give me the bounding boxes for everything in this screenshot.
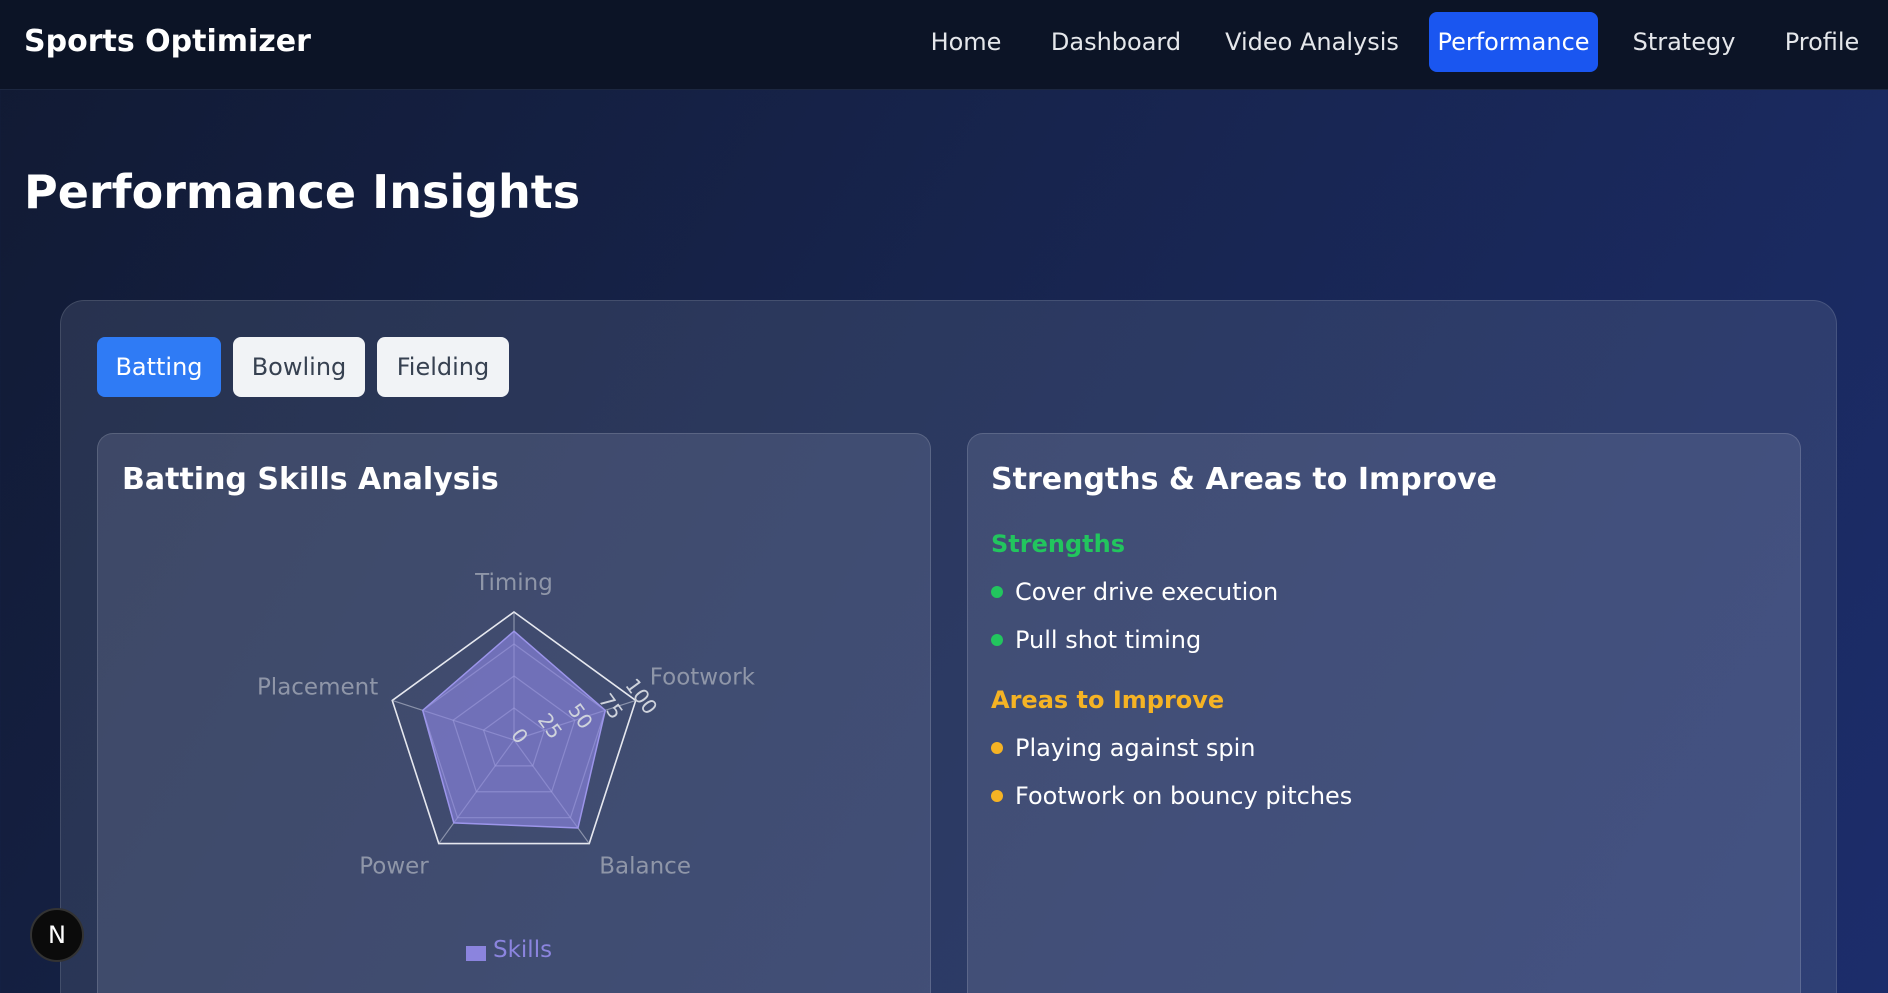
nav-profile[interactable]: Profile — [1776, 12, 1868, 72]
legend-label-skills[interactable]: Skills — [493, 937, 552, 963]
improve-item: Footwork on bouncy pitches — [991, 782, 1352, 810]
nav-performance[interactable]: Performance — [1429, 12, 1598, 72]
improve-item: Playing against spin — [991, 734, 1255, 762]
strengths-card-title: Strengths & Areas to Improve — [991, 462, 1498, 497]
strength-item: Cover drive execution — [991, 578, 1278, 606]
strength-item: Pull shot timing — [991, 626, 1201, 654]
improve-item-text: Playing against spin — [1015, 734, 1256, 762]
nav-video-analysis[interactable]: Video Analysis — [1222, 12, 1402, 72]
bullet-dot-icon — [991, 586, 1003, 598]
strength-item-text: Cover drive execution — [1015, 578, 1279, 606]
improve-heading: Areas to Improve — [991, 686, 1225, 714]
nav-dashboard[interactable]: Dashboard — [1044, 12, 1188, 72]
brand-logo[interactable]: Sports Optimizer — [24, 24, 311, 59]
strengths-heading: Strengths — [991, 530, 1125, 558]
tab-fielding[interactable]: Fielding — [377, 337, 509, 397]
page-title: Performance Insights — [24, 165, 581, 219]
top-navbar: Sports Optimizer Home Dashboard Video An… — [0, 0, 1888, 90]
tab-bowling[interactable]: Bowling — [233, 337, 365, 397]
skills-card-title: Batting Skills Analysis — [122, 462, 499, 497]
bullet-dot-icon — [991, 790, 1003, 802]
nav-home[interactable]: Home — [918, 12, 1014, 72]
strength-item-text: Pull shot timing — [1015, 626, 1202, 654]
nav-strategy[interactable]: Strategy — [1628, 12, 1740, 72]
n-badge-icon[interactable]: N — [30, 908, 84, 962]
bullet-dot-icon — [991, 742, 1003, 754]
tab-batting[interactable]: Batting — [97, 337, 221, 397]
skills-card — [97, 433, 931, 993]
improve-item-text: Footwork on bouncy pitches — [1015, 782, 1353, 810]
bullet-dot-icon — [991, 634, 1003, 646]
legend-swatch-skills — [466, 946, 486, 961]
